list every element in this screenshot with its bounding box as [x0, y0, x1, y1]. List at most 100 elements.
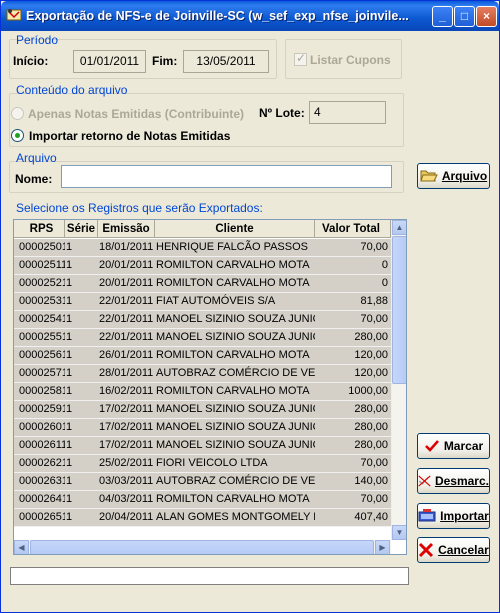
minimize-button[interactable]: _	[432, 6, 453, 27]
importar-button-label: Importar	[440, 509, 489, 523]
emissao-cell: 22/01/2011	[99, 295, 154, 307]
marcar-button-label: Marcar	[443, 439, 484, 453]
valor-cell: 280,00	[354, 439, 388, 451]
serie-cell: 1	[66, 241, 73, 253]
table-row[interactable]: 00002621 1 25/02/2011 FIORI VEICOLO LTDA 70,…	[14, 455, 391, 473]
emissao-cell: 03/03/2011	[99, 475, 154, 487]
col-valor-header[interactable]: Valor Total	[315, 220, 391, 237]
valor-cell: 70,00	[360, 313, 388, 325]
table-header: RPS Série Emissão Cliente Valor Total	[14, 220, 391, 238]
apenas-notas-radio[interactable]	[11, 107, 24, 120]
serie-cell: 1	[66, 331, 73, 343]
cliente-cell: ROMILTON CARVALHO MOTA	[156, 277, 310, 289]
table-row[interactable]: 00002601 1 17/02/2011 MANOEL SIZINIO SOUZA …	[14, 419, 391, 437]
listar-cupons-checkbox[interactable]	[294, 51, 307, 66]
export-window: Exportação de NFS-e de Joinville-SC (w_s…	[0, 0, 500, 613]
emissao-cell: 18/01/2011	[99, 241, 154, 253]
vertical-scroll-thumb[interactable]	[392, 236, 406, 384]
arquivo-button-label: Arquivo	[441, 169, 488, 183]
table-row[interactable]: 00002501 1 18/01/2011 HENRIQUE FALCÃO PASSO…	[14, 239, 391, 257]
rps-cell: 00002611	[19, 439, 65, 451]
import-icon	[418, 509, 436, 522]
inicio-date-field[interactable]: 01/01/2011	[73, 50, 146, 73]
uncheck-icon	[418, 475, 431, 487]
valor-cell: 280,00	[354, 403, 388, 415]
emissao-cell: 16/02/2011	[99, 385, 154, 397]
rps-cell: 00002651	[19, 511, 65, 523]
col-serie-header[interactable]: Série	[65, 220, 98, 237]
rps-cell: 00002551	[19, 331, 65, 343]
marcar-button[interactable]: Marcar	[417, 433, 490, 459]
cliente-cell: AUTOBRAZ COMÉRCIO DE VEÍCULOS	[156, 475, 315, 487]
table-row[interactable]: 00002611 1 17/02/2011 MANOEL SIZINIO SOUZA …	[14, 437, 391, 455]
fim-date-field[interactable]: 13/05/2011	[183, 50, 269, 73]
valor-cell: 81,88	[360, 295, 388, 307]
close-button[interactable]: ×	[476, 6, 497, 27]
cliente-cell: FIAT AUTOMÓVEIS S/A	[156, 295, 276, 307]
periodo-group-title: Período	[16, 33, 59, 47]
table-body: 00002501 1 18/01/2011 HENRIQUE FALCÃO PASSO…	[14, 239, 391, 527]
cliente-cell: ROMILTON CARVALHO MOTA	[156, 493, 310, 505]
table-row[interactable]: 00002591 1 17/02/2011 MANOEL SIZINIO SOUZA …	[14, 401, 391, 419]
horizontal-scroll-thumb[interactable]	[30, 540, 374, 554]
title-bar[interactable]: Exportação de NFS-e de Joinville-SC (w_s…	[1, 1, 499, 31]
serie-cell: 1	[66, 403, 73, 415]
arquivo-button[interactable]: Arquivo	[417, 163, 490, 189]
rps-cell: 00002591	[19, 403, 65, 415]
nome-input[interactable]	[61, 165, 392, 188]
emissao-cell: 20/01/2011	[99, 259, 154, 271]
cliente-cell: ROMILTON CARVALHO MOTA	[156, 259, 310, 271]
folder-open-icon	[420, 170, 438, 182]
valor-cell: 280,00	[354, 421, 388, 433]
serie-cell: 1	[66, 295, 73, 307]
table-row[interactable]: 00002631 1 03/03/2011 AUTOBRAZ COMÉRCIO DE …	[14, 473, 391, 491]
table-row[interactable]: 00002641 1 04/03/2011 ROMILTON CARVALHO MOT…	[14, 491, 391, 509]
table-row[interactable]: 00002581 1 16/02/2011 ROMILTON CARVALHO MOT…	[14, 383, 391, 401]
table-row[interactable]: 00002551 1 22/01/2011 MANOEL SIZINIO SOUZA …	[14, 329, 391, 347]
arquivo-group-title: Arquivo	[16, 151, 57, 165]
horizontal-scrollbar[interactable]: ◀ ▶	[14, 540, 391, 554]
rps-cell: 00002601	[19, 421, 65, 433]
lote-field[interactable]: 4	[309, 101, 386, 124]
registros-table[interactable]: RPS Série Emissão Cliente Valor Total 00…	[13, 219, 407, 555]
status-bar	[10, 567, 409, 585]
scroll-up-arrow-icon[interactable]: ▲	[392, 220, 406, 235]
maximize-button[interactable]: □	[454, 6, 475, 27]
serie-cell: 1	[66, 367, 73, 379]
desmarcar-button-label: Desmarc.	[434, 474, 489, 488]
valor-cell: 0	[381, 277, 388, 289]
table-row[interactable]: 00002521 1 20/01/2011 ROMILTON CARVALHO MOT…	[14, 275, 391, 293]
importar-retorno-label: Importar retorno de Notas Emitidas	[29, 129, 231, 143]
valor-cell: 70,00	[360, 493, 388, 505]
serie-cell: 1	[66, 259, 73, 271]
conteudo-group-title: Conteúdo do arquivo	[16, 83, 128, 97]
importar-button[interactable]: Importar	[417, 503, 490, 529]
scroll-down-arrow-icon[interactable]: ▼	[392, 525, 406, 540]
serie-cell: 1	[66, 385, 73, 397]
importar-retorno-radio[interactable]	[11, 129, 24, 142]
col-rps-header[interactable]: RPS	[14, 220, 65, 237]
scroll-left-arrow-icon[interactable]: ◀	[14, 540, 29, 554]
scroll-right-arrow-icon[interactable]: ▶	[375, 540, 390, 554]
emissao-cell: 20/01/2011	[99, 277, 154, 289]
table-row[interactable]: 00002531 1 22/01/2011 FIAT AUTOMÓVEIS S/A 81…	[14, 293, 391, 311]
emissao-cell: 17/02/2011	[99, 439, 154, 451]
col-emissao-header[interactable]: Emissão	[98, 220, 155, 237]
col-cliente-header[interactable]: Cliente	[155, 220, 315, 237]
desmarcar-button[interactable]: Desmarc.	[417, 468, 490, 494]
table-row[interactable]: 00002561 1 26/01/2011 ROMILTON CARVALHO MOT…	[14, 347, 391, 365]
cancelar-button-label: Cancelar	[438, 543, 489, 557]
serie-cell: 1	[66, 313, 73, 325]
app-icon	[6, 9, 22, 21]
cancelar-button[interactable]: Cancelar	[417, 537, 490, 563]
table-row[interactable]: 00002511 1 20/01/2011 ROMILTON CARVALHO MOT…	[14, 257, 391, 275]
table-row[interactable]: 00002651 1 20/04/2011 ALAN GOMES MONTGOMELY…	[14, 509, 391, 527]
serie-cell: 1	[66, 493, 73, 505]
table-row[interactable]: 00002541 1 22/01/2011 MANOEL SIZINIO SOUZA …	[14, 311, 391, 329]
valor-cell: 140,00	[354, 475, 388, 487]
vertical-scrollbar[interactable]: ▲ ▼	[391, 220, 406, 540]
serie-cell: 1	[66, 475, 73, 487]
valor-cell: 70,00	[360, 457, 388, 469]
table-row[interactable]: 00002571 1 28/01/2011 AUTOBRAZ COMÉRCIO DE …	[14, 365, 391, 383]
rps-cell: 00002621	[19, 457, 65, 469]
